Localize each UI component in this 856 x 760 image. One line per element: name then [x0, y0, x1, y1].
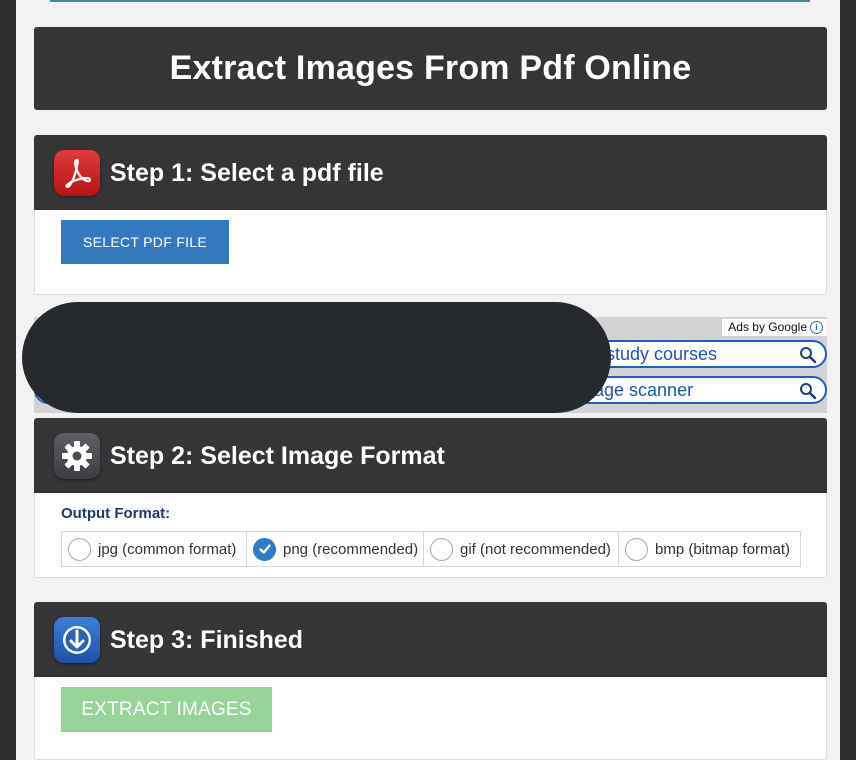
format-option-label: png (recommended)	[283, 540, 419, 558]
format-option-bmp[interactable]: bmp (bitmap format)	[619, 532, 800, 566]
format-option-png[interactable]: png (recommended)	[247, 532, 424, 566]
step3-body: EXTRACT IMAGES	[34, 677, 827, 760]
select-pdf-button[interactable]: SELECT PDF FILE	[61, 220, 229, 264]
extract-images-button[interactable]: EXTRACT IMAGES	[61, 687, 272, 732]
step1-header: Step 1: Select a pdf file	[34, 135, 827, 211]
page-title: Extract Images From Pdf Online	[169, 49, 692, 87]
ads-label-text: Ads by Google	[728, 320, 807, 334]
step3-title: Step 3: Finished	[110, 625, 304, 654]
radio-button-checked[interactable]	[253, 537, 276, 561]
pdf-icon	[54, 150, 100, 196]
gear-icon	[54, 433, 100, 479]
format-options: jpg (common format) png (recommended) gi…	[61, 531, 801, 567]
radio-button[interactable]	[625, 537, 648, 561]
output-format-label: Output Format:	[61, 505, 171, 522]
info-icon[interactable]: i	[810, 320, 823, 334]
top-divider	[50, 0, 810, 2]
step1-body: SELECT PDF FILE	[34, 210, 827, 295]
format-option-label: jpg (common format)	[98, 540, 237, 558]
radio-button[interactable]	[430, 537, 453, 561]
search-icon	[800, 347, 817, 364]
step1-title: Step 1: Select a pdf file	[110, 158, 384, 187]
step2-body: Output Format: jpg (common format) png (…	[34, 493, 827, 578]
format-option-gif[interactable]: gif (not recommended)	[424, 532, 619, 566]
step2-title: Step 2: Select Image Format	[110, 441, 445, 470]
checkmark-icon	[258, 544, 271, 554]
step3-header: Step 3: Finished	[34, 602, 827, 678]
search-icon	[800, 383, 817, 400]
radio-button[interactable]	[68, 537, 91, 561]
redaction-overlay	[22, 302, 611, 413]
ad-search-text: study courses	[606, 343, 718, 364]
ad-search-text: age scanner	[594, 379, 694, 400]
step2-header: Step 2: Select Image Format	[34, 418, 827, 494]
format-option-label: gif (not recommended)	[460, 540, 611, 558]
format-option-label: bmp (bitmap format)	[655, 540, 791, 558]
download-icon	[54, 617, 100, 663]
format-option-jpg[interactable]: jpg (common format)	[62, 532, 247, 566]
title-banner: Extract Images From Pdf Online	[34, 27, 827, 110]
ads-by-google-label[interactable]: Ads by Google i	[722, 319, 827, 336]
